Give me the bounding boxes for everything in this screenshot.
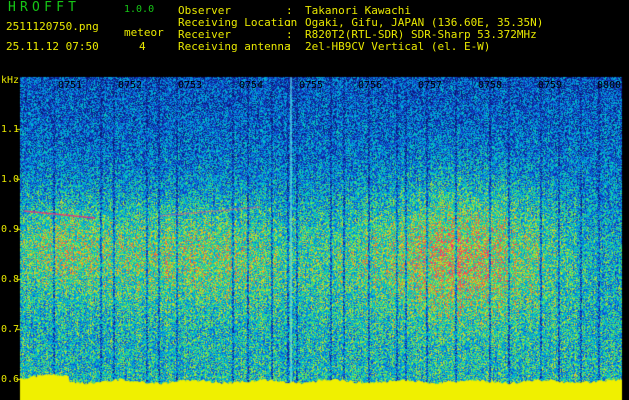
info-value-antenna: 2el-HB9CV Vertical (el. E-W) (305, 40, 491, 53)
y-tick-label: 0.7 (1, 324, 20, 335)
spectrogram-canvas (0, 0, 629, 400)
x-tick-label: 0754 (239, 80, 264, 91)
x-tick-label: 0758 (478, 80, 503, 91)
y-tick-label: 1.0 (1, 174, 20, 185)
x-tick-label: 0756 (358, 80, 383, 91)
y-tick-label: 0.6 (1, 374, 20, 385)
y-tick-label: 1.1 (1, 124, 20, 135)
meteor-label: meteor (124, 26, 164, 39)
meteor-count: 4 (139, 40, 146, 53)
x-tick-label: 0759 (538, 80, 563, 91)
x-tick-label: 0752 (118, 80, 143, 91)
x-tick-label: 0755 (299, 80, 324, 91)
info-key-antenna: Receiving antenna (178, 40, 291, 53)
info-colon: : (286, 40, 293, 53)
y-tick-label: 0.8 (1, 274, 20, 285)
app-title: HROFFT (8, 0, 81, 15)
x-tick-label: 0800 (597, 80, 622, 91)
x-tick-label: 0753 (178, 80, 203, 91)
capture-datetime: 25.11.12 07:50 (6, 40, 99, 53)
x-tick-label: 0751 (58, 80, 83, 91)
x-tick-label: 0757 (418, 80, 443, 91)
app-version: 1.0.0 (124, 4, 155, 15)
y-axis-unit: kHz (1, 75, 20, 86)
y-tick-label: 0.9 (1, 224, 20, 235)
file-name: 2511120750.png (6, 20, 99, 33)
